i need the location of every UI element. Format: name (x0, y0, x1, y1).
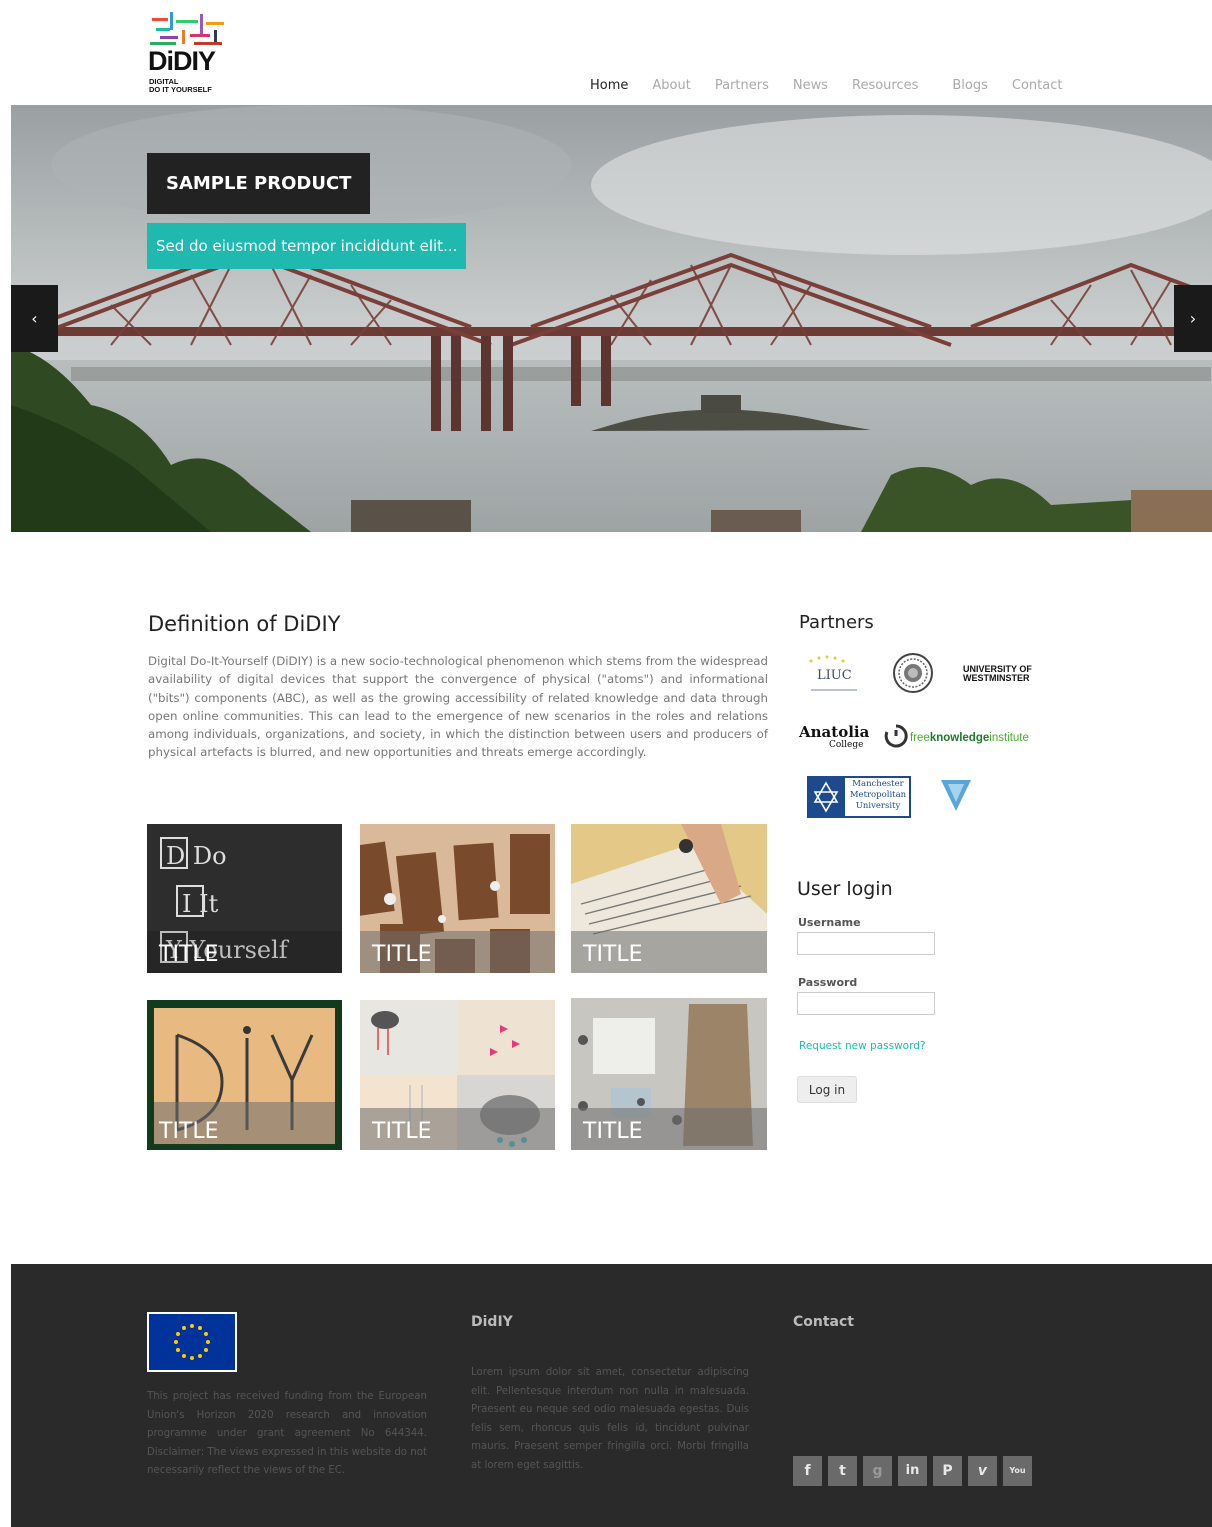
google-plus-icon[interactable]: g (863, 1456, 892, 1486)
password-input[interactable] (797, 992, 935, 1015)
anatolia-line2: College (829, 740, 864, 750)
nav-blogs[interactable]: Blogs (952, 78, 988, 98)
social-links: f t g in P v You (793, 1456, 1038, 1486)
site-logo[interactable]: DiDIY DIGITAL DO IT YOURSELF (148, 8, 238, 96)
eu-flag (147, 1312, 237, 1372)
request-new-password-link[interactable]: Request new password? (799, 1040, 925, 1052)
tile-3-title: TITLE (583, 942, 643, 967)
footer-didiy-heading: DidIY (471, 1314, 513, 1330)
nav-home[interactable]: Home (590, 78, 628, 98)
tile-1-art-line2: I It (182, 890, 219, 918)
freeknowledge-part2: knowledge (929, 732, 990, 744)
tile-2[interactable]: TITLE (360, 824, 555, 973)
eu-funding-text: This project has received funding from t… (147, 1391, 427, 1476)
twitter-icon[interactable]: t (828, 1456, 857, 1486)
footer-contact-heading: Contact (793, 1314, 854, 1330)
triangle-logo-icon (941, 780, 971, 811)
partner-logo-manchester[interactable]: Manchester Metropolitan University (807, 776, 911, 818)
logo-grid-graphic (150, 12, 224, 45)
linkedin-icon[interactable]: in (898, 1456, 927, 1486)
partner-logo-seal[interactable] (892, 652, 934, 694)
partner-logo-westminster[interactable]: UNIVERSITY OF WESTMINSTER (963, 665, 1053, 687)
slide-caption[interactable]: Sed do eiusmod tempor incididunt elit... (147, 223, 467, 269)
nav-news[interactable]: News (793, 78, 828, 98)
site-header: DiDIY DIGITAL DO IT YOURSELF Home About … (0, 0, 1212, 105)
freeknowledge-part1: free (910, 732, 930, 744)
logo-tagline: DIGITAL DO IT YOURSELF (149, 78, 239, 94)
username-input[interactable] (797, 932, 935, 955)
partner-logo-triangle[interactable] (940, 778, 972, 812)
freeknowledge-wordmark: freeknowledgeinstitute (910, 732, 1029, 744)
password-label: Password (798, 976, 858, 989)
slide-title[interactable]: SAMPLE PRODUCT (147, 153, 371, 214)
tile-6-title: TITLE (583, 1119, 643, 1144)
anatolia-line1: Anatolia (799, 723, 870, 741)
tile-5[interactable]: TITLE (360, 1000, 555, 1150)
manchester-line1: Manchester (852, 779, 904, 789)
tile-1-title: TITLE (159, 942, 219, 967)
westminster-line2: WESTMINSTER (963, 673, 1030, 683)
definition-text: Digital Do-It-Yourself (DiDIY) is a new … (148, 654, 768, 760)
freeknowledge-icon (884, 724, 908, 748)
tile-1[interactable]: D Do I It Y Yourself TITLE (147, 824, 342, 973)
youtube-icon[interactable]: You (1003, 1456, 1032, 1486)
slider-next-button[interactable]: › (1174, 285, 1212, 352)
username-label: Username (798, 916, 861, 929)
logo-wordmark: DiDIY (148, 46, 216, 76)
tile-4-title: TITLE (159, 1119, 219, 1144)
user-login-heading: User login (797, 878, 893, 900)
tile-5-title: TITLE (372, 1119, 432, 1144)
logo-tagline-line2: DO IT YOURSELF (149, 85, 212, 94)
freeknowledge-part3: institute (989, 732, 1029, 744)
chevron-right-icon: › (1189, 309, 1197, 328)
manchester-line3: University (855, 801, 901, 811)
tile-3[interactable]: TITLE (571, 824, 767, 973)
site-footer: This project has received funding from t… (11, 1264, 1212, 1527)
university-seal-icon (893, 653, 933, 693)
nav-resources[interactable]: Resources (852, 78, 918, 98)
liuc-text: LIUC (817, 668, 852, 683)
footer-didiy-text: Lorem ipsum dolor sit amet, consectetur … (471, 1367, 749, 1471)
nav-about[interactable]: About (652, 78, 690, 98)
tile-1-art-line1: D Do (166, 842, 227, 870)
main-nav: Home About Partners News Resources Blogs… (590, 78, 1086, 98)
tile-2-title: TITLE (372, 942, 432, 967)
facebook-icon[interactable]: f (793, 1456, 822, 1486)
partner-logo-anatolia[interactable]: Anatolia College (799, 724, 871, 758)
partners-heading: Partners (799, 612, 874, 633)
log-in-button[interactable]: Log in (797, 1076, 857, 1103)
manchester-line2: Metropolitan (849, 790, 907, 800)
nav-partners[interactable]: Partners (715, 78, 769, 98)
pinterest-icon[interactable]: P (933, 1456, 962, 1486)
partner-logo-liuc[interactable]: LIUC (803, 655, 865, 695)
chevron-left-icon: ‹ (31, 309, 38, 328)
tile-6[interactable]: TITLE (571, 998, 767, 1150)
nav-contact[interactable]: Contact (1012, 78, 1063, 98)
eu-flag-stars-icon (174, 1324, 210, 1360)
hero-slider: SAMPLE PRODUCT Sed do eiusmod tempor inc… (11, 105, 1212, 532)
definition-heading: Definition of DiDIY (148, 612, 341, 636)
slider-prev-button[interactable]: ‹ (11, 285, 58, 352)
manchester-text: Manchester Metropolitan University (847, 779, 909, 812)
partner-logo-freeknowledge[interactable]: freeknowledgeinstitute (884, 724, 1049, 752)
vimeo-icon[interactable]: v (968, 1456, 997, 1486)
tile-4[interactable]: TITLE (147, 1000, 342, 1150)
